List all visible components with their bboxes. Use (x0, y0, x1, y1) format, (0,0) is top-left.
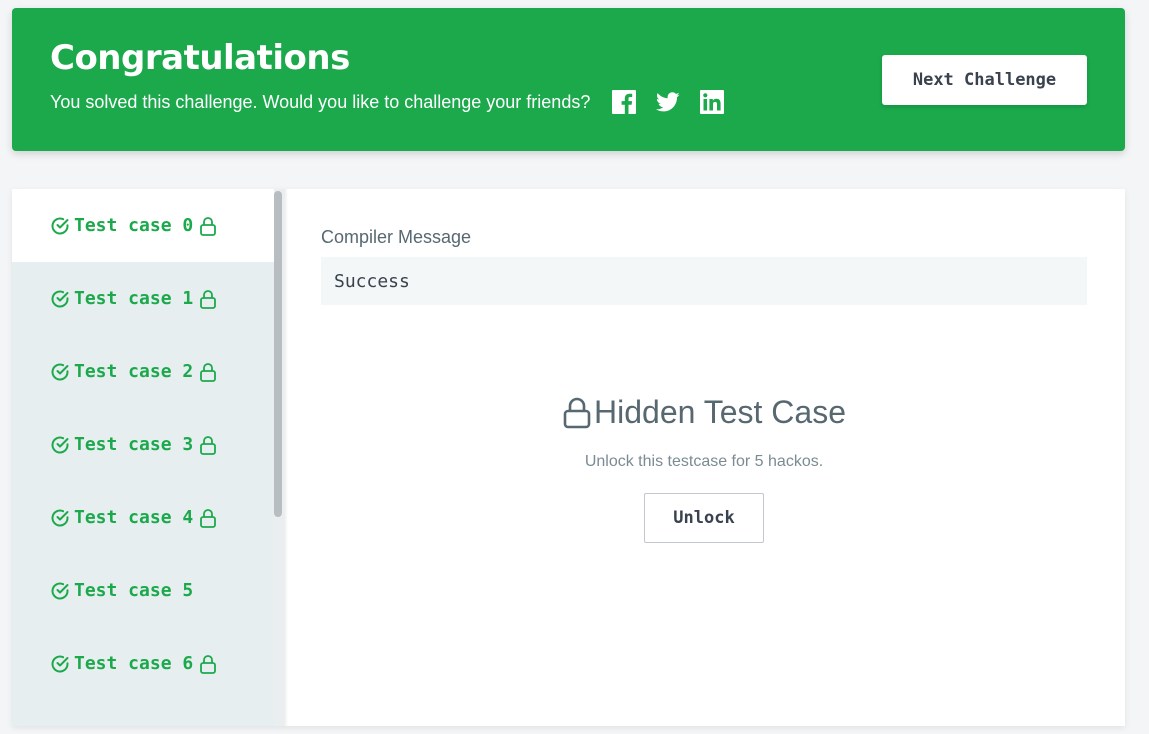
twitter-icon[interactable] (656, 90, 680, 114)
compiler-message-box: Success (321, 257, 1087, 305)
check-circle-icon (50, 435, 70, 455)
check-circle-icon (50, 654, 70, 674)
test-case-label: Test case 0 (74, 215, 194, 236)
hidden-test-case-heading: Hidden Test Case (321, 394, 1087, 431)
banner-subtitle: You solved this challenge. Would you lik… (50, 92, 591, 112)
scrollbar-thumb[interactable] (274, 191, 282, 517)
test-case-label: Test case 1 (74, 288, 194, 309)
hidden-test-case-title: Hidden Test Case (594, 394, 846, 430)
check-circle-icon (50, 581, 70, 601)
facebook-icon[interactable] (612, 90, 636, 114)
lock-icon (199, 508, 217, 528)
test-case-6[interactable]: Test case 6 (12, 627, 284, 700)
lock-icon (199, 216, 217, 236)
lock-icon (199, 289, 217, 309)
lock-icon (562, 397, 592, 429)
results-panel: Test case 0 Test case 1 Test case 2 Test ca… (12, 189, 1125, 726)
next-challenge-button[interactable]: Next Challenge (882, 55, 1087, 105)
test-case-3[interactable]: Test case 3 (12, 408, 284, 481)
unlock-description: Unlock this testcase for 5 hackos. (584, 453, 824, 470)
banner-title: Congratulations (50, 38, 350, 78)
check-circle-icon (50, 289, 70, 309)
test-case-2[interactable]: Test case 2 (12, 335, 284, 408)
test-case-5[interactable]: Test case 5 (12, 554, 284, 627)
test-case-label: Test case 4 (74, 507, 194, 528)
compiler-message-label: Compiler Message (321, 227, 472, 247)
check-circle-icon (50, 362, 70, 382)
test-case-label: Test case 2 (74, 361, 194, 382)
lock-icon (199, 362, 217, 382)
test-case-4[interactable]: Test case 4 (12, 481, 284, 554)
sidebar-divider (284, 189, 288, 726)
compiler-message-text: Success (334, 270, 410, 292)
check-circle-icon (50, 216, 70, 236)
success-banner: Congratulations You solved this challeng… (12, 8, 1125, 151)
check-circle-icon (50, 508, 70, 528)
test-case-label: Test case 6 (74, 653, 194, 674)
test-case-label: Test case 3 (74, 434, 194, 455)
test-case-1[interactable]: Test case 1 (12, 262, 284, 335)
test-case-0[interactable]: Test case 0 (12, 189, 284, 262)
test-case-label: Test case 5 (74, 580, 194, 601)
unlock-button[interactable]: Unlock (644, 493, 764, 543)
lock-icon (199, 435, 217, 455)
lock-icon (199, 654, 217, 674)
linkedin-icon[interactable] (700, 90, 724, 114)
